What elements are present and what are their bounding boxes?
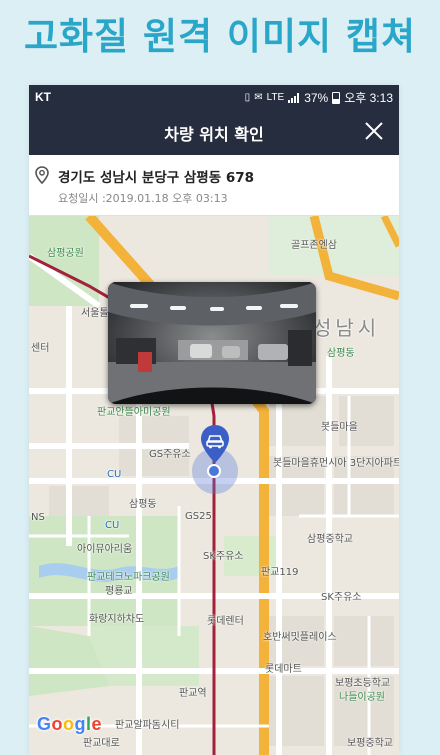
title-bar: 차량 위치 확인	[29, 108, 399, 155]
address-panel: 경기도 성남시 분당구 삼평동 678 요청일시 :2019.01.18 오후 …	[29, 155, 399, 216]
google-logo: Google	[37, 714, 103, 734]
signal-icon	[288, 92, 300, 103]
clock: 오후 3:13	[344, 91, 393, 105]
map-label: 봇들마을	[321, 422, 358, 433]
map-label: GS25	[185, 511, 212, 522]
map-label: 판교역	[179, 688, 207, 699]
captured-image[interactable]	[108, 282, 316, 404]
location-pin-icon	[35, 166, 49, 184]
map-label: 골프존엔삼	[291, 240, 337, 251]
map-label: 화랑지하차도	[89, 614, 145, 625]
status-icons: ▯ ✉ LTE 37% 오후 3:13	[245, 89, 393, 106]
map-label: 판교대로	[83, 738, 120, 749]
map-label: 보평초등학교	[335, 678, 391, 689]
map-label: 평룡교	[105, 586, 133, 597]
map-label: 성남시	[313, 316, 381, 340]
map-label: 센터	[31, 343, 50, 354]
map-label: 서울톨	[81, 308, 109, 319]
map-view[interactable]: 삼평공원 서울톨 골프존엔삼 성남시 삼평동 센터 판교안뜰아미공원 GS주유소…	[29, 216, 399, 755]
battery-icon	[332, 91, 341, 104]
close-icon	[365, 122, 383, 140]
network-label: LTE	[266, 92, 285, 103]
map-label: 판교테크노파크공원	[87, 572, 170, 583]
map-label: GS주유소	[149, 449, 191, 460]
map-label: 판교안뜰아미공원	[97, 407, 171, 418]
phone-screen: KT ▯ ✉ LTE 37% 오후 3:13 차량 위치 확인 경기도 성남시 …	[29, 85, 399, 755]
parking-garage-photo	[108, 282, 316, 404]
car-pin-icon	[201, 425, 229, 463]
map-label: CU	[107, 469, 122, 480]
map-label: 봇들마을휴먼시아 3단지아파트	[273, 458, 399, 469]
address-text: 경기도 성남시 분당구 삼평동 678	[58, 170, 255, 186]
map-label: NS	[31, 512, 45, 523]
map-label: 나들이공원	[339, 692, 385, 703]
vehicle-marker[interactable]	[200, 424, 230, 464]
map-label: 호반써밋플레이스	[263, 632, 337, 643]
map-label: 삼평동	[327, 348, 355, 359]
map-label: 아이뮤아리움	[77, 544, 133, 555]
map-label: SK주유소	[203, 551, 244, 562]
map-label: CU	[105, 520, 120, 531]
battery-percent: 37%	[304, 90, 329, 105]
map-label: 삼평공원	[47, 248, 84, 259]
close-button[interactable]	[363, 120, 385, 142]
map-label: 롯데마트	[265, 664, 302, 675]
map-label: 보평중학교	[347, 738, 393, 749]
map-label: 판교알파돔시티	[115, 720, 180, 731]
carrier-label: KT	[35, 90, 51, 104]
map-label: 삼평동	[129, 499, 157, 510]
map-label: 롯데렌터	[207, 616, 244, 627]
promo-headline: 고화질 원격 이미지 캡쳐	[23, 15, 417, 58]
map-label: 삼평중학교	[307, 534, 353, 545]
status-bar: KT ▯ ✉ LTE 37% 오후 3:13	[29, 85, 399, 108]
map-label: 판교119	[261, 567, 299, 578]
current-location-dot	[207, 464, 221, 478]
message-icon: ✉	[254, 92, 263, 103]
page-title: 차량 위치 확인	[164, 125, 264, 144]
vibrate-icon: ▯	[244, 92, 251, 103]
map-label: SK주유소	[321, 592, 362, 603]
request-time: 요청일시 :2019.01.18 오후 03:13	[58, 192, 228, 205]
